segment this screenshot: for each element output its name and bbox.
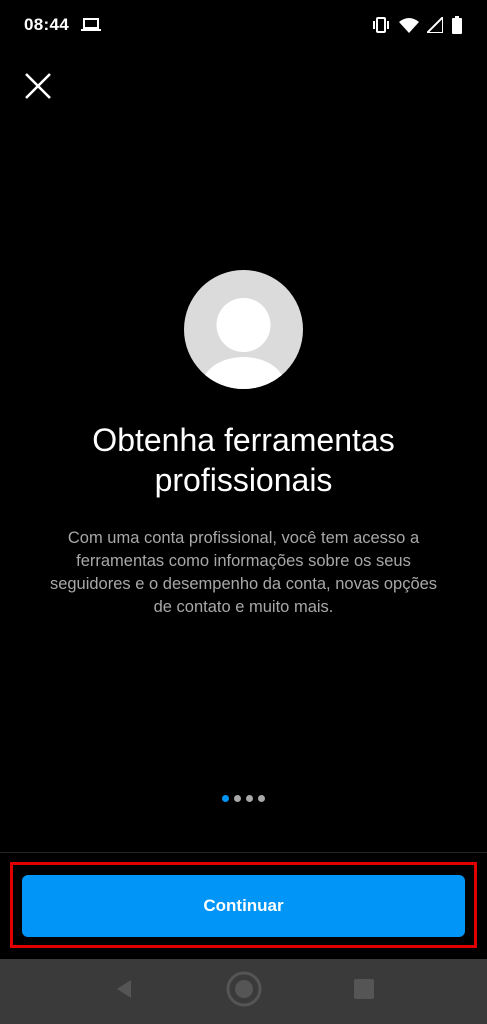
title-line-1: Obtenha ferramentas <box>92 422 395 458</box>
page-title: Obtenha ferramentas profissionais <box>0 420 487 500</box>
navigation-bar <box>0 959 487 1024</box>
status-bar: 08:44 <box>0 0 487 50</box>
recents-icon <box>353 978 375 1005</box>
home-icon <box>225 970 263 1013</box>
avatar <box>184 270 303 389</box>
page-indicator <box>0 795 487 802</box>
laptop-icon <box>80 17 101 33</box>
page-dot <box>234 795 241 802</box>
status-right <box>371 16 463 34</box>
recents-button[interactable] <box>344 972 384 1012</box>
back-button[interactable] <box>104 972 144 1012</box>
continue-button[interactable]: Continuar <box>22 875 465 937</box>
title-line-2: profissionais <box>154 462 333 498</box>
battery-icon <box>451 16 463 34</box>
description: Com uma conta profissional, você tem ace… <box>49 529 438 616</box>
signal-icon <box>427 17 443 33</box>
close-icon <box>24 72 52 105</box>
divider <box>0 852 487 853</box>
close-button[interactable] <box>18 68 58 108</box>
back-icon <box>113 978 135 1005</box>
wifi-icon <box>399 17 419 33</box>
page-dot <box>246 795 253 802</box>
status-left: 08:44 <box>24 15 101 35</box>
status-time: 08:44 <box>24 15 69 34</box>
page-dot <box>222 795 229 802</box>
home-button[interactable] <box>224 970 264 1013</box>
vibrate-icon <box>371 17 391 33</box>
page-dot <box>258 795 265 802</box>
screen: 08:44 Obtenha ferramentas profissionais … <box>0 0 487 1024</box>
user-silhouette-icon <box>201 298 286 389</box>
